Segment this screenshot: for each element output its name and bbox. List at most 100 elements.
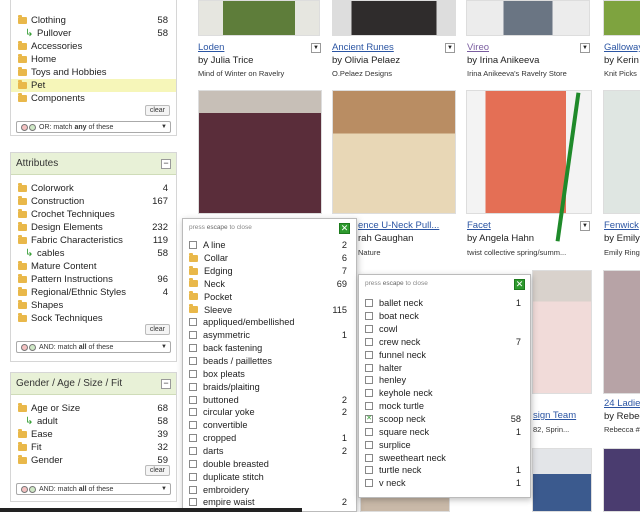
option-keyhole-neck[interactable]: keyhole neck xyxy=(365,387,433,400)
filter-item-colorwork[interactable]: Colorwork 4 xyxy=(11,182,176,195)
product-image[interactable] xyxy=(603,448,640,512)
product-image[interactable] xyxy=(532,448,592,512)
checkbox-icon[interactable] xyxy=(189,318,197,327)
product-designer[interactable]: by Rebec xyxy=(604,411,640,422)
option-ballet-neck[interactable]: ballet neck 1 xyxy=(365,297,521,310)
option-sleeve[interactable]: Sleeve 115 xyxy=(189,303,347,316)
product-menu-button[interactable]: ▼ xyxy=(580,43,590,53)
option-cropped[interactable]: cropped 1 xyxy=(189,432,347,445)
filter-item-fit[interactable]: Fit 32 xyxy=(11,441,176,454)
option-darts[interactable]: darts 2 xyxy=(189,445,347,458)
filter-item-toys-and-hobbies[interactable]: Toys and Hobbies xyxy=(11,66,176,79)
product-title[interactable]: ence U-Neck Pull... xyxy=(358,220,456,231)
option-circular-yoke[interactable]: circular yoke 2 xyxy=(189,406,347,419)
option-embroidery[interactable]: embroidery xyxy=(189,483,249,496)
product-source[interactable]: Emily Ring xyxy=(604,248,640,257)
option-empire-waist[interactable]: empire waist 2 xyxy=(189,496,347,509)
checkbox-icon[interactable] xyxy=(365,363,373,372)
option-funnel-neck[interactable]: funnel neck xyxy=(365,348,426,361)
checkbox-icon[interactable] xyxy=(365,453,373,462)
checkbox-icon[interactable] xyxy=(365,299,373,308)
filter-item-pattern-instructions[interactable]: Pattern Instructions 96 xyxy=(11,273,176,286)
product-image[interactable] xyxy=(532,270,592,394)
filter-item-home[interactable]: Home xyxy=(11,53,176,66)
product-designer[interactable]: 82, Sprin... xyxy=(533,425,591,434)
product-designer[interactable]: by Olivia Pelaez xyxy=(332,55,456,66)
filter-item-regional-ethnic-styles[interactable]: Regional/Ethnic Styles 4 xyxy=(11,286,176,299)
option-cowl[interactable]: cowl xyxy=(365,323,397,336)
gender-collapse-button[interactable]: − xyxy=(161,378,171,389)
product-designer[interactable]: by Emily xyxy=(604,233,640,244)
checkbox-icon[interactable] xyxy=(189,472,197,481)
checked-checkbox-icon[interactable]: ✕ xyxy=(365,415,373,424)
filter-item-fabric-characteristics[interactable]: Fabric Characteristics 119 xyxy=(11,234,176,247)
product-image[interactable] xyxy=(603,270,640,394)
product-designer[interactable]: by Kerin xyxy=(604,55,640,66)
product-title[interactable]: Loden xyxy=(198,42,308,53)
checkbox-icon[interactable] xyxy=(189,459,197,468)
attributes-clear-button[interactable]: clear xyxy=(144,324,170,335)
product-image[interactable] xyxy=(198,90,322,214)
option-double-breasted[interactable]: double breasted xyxy=(189,457,269,470)
product-title[interactable]: sign Team xyxy=(533,410,591,421)
option-pocket[interactable]: Pocket xyxy=(189,290,232,303)
option-sweetheart-neck[interactable]: sweetheart neck xyxy=(365,451,446,464)
checkbox-icon[interactable] xyxy=(365,389,373,398)
option-asymmetric[interactable]: asymmetric 1 xyxy=(189,329,347,342)
checkbox-icon[interactable] xyxy=(189,344,197,353)
product-source[interactable]: Nature xyxy=(358,248,456,257)
product-source[interactable]: Irina Anikeeva's Ravelry Store xyxy=(467,69,591,78)
filter-item-design-elements[interactable]: Design Elements 232 xyxy=(11,221,176,234)
option-duplicate-stitch[interactable]: duplicate stitch xyxy=(189,470,264,483)
checkbox-icon[interactable] xyxy=(365,325,373,334)
product-source[interactable]: Knit Picks xyxy=(604,69,640,78)
checkbox-icon[interactable] xyxy=(189,446,197,455)
checkbox-icon[interactable] xyxy=(365,312,373,321)
product-image[interactable] xyxy=(198,0,320,36)
option-neck[interactable]: Neck 69 xyxy=(189,278,347,291)
checkbox-icon[interactable] xyxy=(189,395,197,404)
option-turtle-neck[interactable]: turtle neck 1 xyxy=(365,464,521,477)
product-designer[interactable]: by Angela Hahn xyxy=(467,233,591,244)
filter-item-ease[interactable]: Ease 39 xyxy=(11,428,176,441)
filter-item-shapes[interactable]: Shapes xyxy=(11,299,176,312)
product-image[interactable] xyxy=(332,0,456,36)
product-image[interactable] xyxy=(603,0,640,36)
option-surplice[interactable]: surplice xyxy=(365,438,411,451)
product-title[interactable]: Vireo xyxy=(467,42,577,53)
product-title[interactable]: Facet xyxy=(467,220,577,231)
checkbox-icon[interactable] xyxy=(365,479,373,488)
option-halter[interactable]: halter xyxy=(365,361,402,374)
checkbox-icon[interactable] xyxy=(189,369,197,378)
checkbox-icon[interactable] xyxy=(365,466,373,475)
option-edging[interactable]: Edging 7 xyxy=(189,265,347,278)
checkbox-icon[interactable] xyxy=(365,427,373,436)
checkbox-icon[interactable] xyxy=(189,434,197,443)
option-beads-paillettes[interactable]: beads / paillettes xyxy=(189,355,272,368)
checkbox-icon[interactable] xyxy=(189,331,197,340)
gender-match-select[interactable]: AND: match all of these ▼ xyxy=(16,483,171,495)
product-source[interactable]: O.Pelaez Designs xyxy=(332,69,456,78)
attributes-collapse-button[interactable]: − xyxy=(161,158,171,169)
product-source[interactable]: Rebecca # xyxy=(604,425,640,434)
product-menu-button[interactable]: ▼ xyxy=(311,43,321,53)
checkbox-icon[interactable] xyxy=(365,402,373,411)
option-v-neck[interactable]: v neck 1 xyxy=(365,477,521,490)
close-icon[interactable]: ✕ xyxy=(339,223,350,234)
filter-item-accessories[interactable]: Accessories xyxy=(11,40,176,53)
checkbox-icon[interactable] xyxy=(365,337,373,346)
filter-item-crochet-techniques[interactable]: Crochet Techniques xyxy=(11,208,176,221)
option-mock-turtle[interactable]: mock turtle xyxy=(365,400,424,413)
product-image[interactable] xyxy=(332,90,456,214)
checkbox-icon[interactable] xyxy=(365,376,373,385)
option-back-fastening[interactable]: back fastening xyxy=(189,342,262,355)
product-title[interactable]: Galloway xyxy=(604,42,640,53)
option-box-pleats[interactable]: box pleats xyxy=(189,368,245,381)
close-icon[interactable]: ✕ xyxy=(514,279,525,290)
checkbox-icon[interactable] xyxy=(189,357,197,366)
checkbox-icon[interactable] xyxy=(189,485,197,494)
option-buttoned[interactable]: buttoned 2 xyxy=(189,393,347,406)
filter-item-pullover[interactable]: ↳ Pullover 58 xyxy=(11,27,176,40)
option-crew-neck[interactable]: crew neck 7 xyxy=(365,336,521,349)
product-image[interactable] xyxy=(466,0,590,36)
